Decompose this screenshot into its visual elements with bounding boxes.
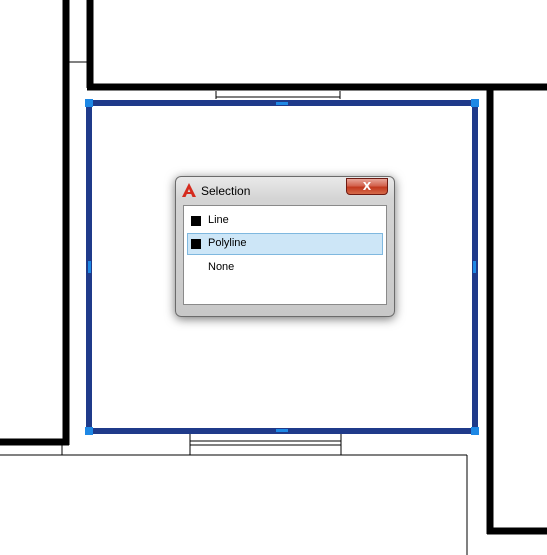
grip-corner-top-left [85, 99, 93, 107]
list-item-label: Line [208, 214, 229, 226]
list-item-label: None [208, 261, 235, 273]
grip-corner-top-right [471, 99, 479, 107]
close-button[interactable]: X [346, 178, 388, 195]
dialog-title: Selection [201, 184, 251, 198]
grip-mid-top [276, 102, 288, 105]
grip-mid-bottom [276, 429, 288, 432]
list-item-polyline[interactable]: Polyline [187, 233, 383, 255]
autocad-logo-icon [182, 183, 196, 197]
dialog-titlebar[interactable]: Selection X [176, 177, 394, 204]
list-item-none[interactable]: None [187, 257, 383, 279]
color-swatch [191, 239, 201, 249]
selection-list[interactable]: Line Polyline None [183, 205, 387, 305]
list-item-label: Polyline [208, 237, 247, 249]
drawing-area[interactable]: Selection X Line Polyline None [0, 0, 547, 555]
grip-corner-bottom-right [471, 427, 479, 435]
grip-mid-left [88, 261, 91, 273]
selection-dialog[interactable]: Selection X Line Polyline None [175, 176, 395, 317]
grip-corner-bottom-left [85, 427, 93, 435]
list-item-line[interactable]: Line [187, 210, 383, 232]
color-swatch [191, 216, 201, 226]
grip-mid-right [473, 261, 476, 273]
